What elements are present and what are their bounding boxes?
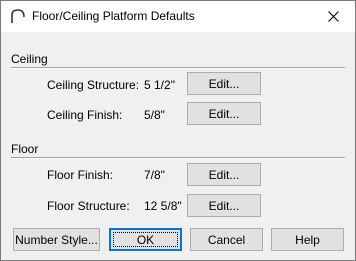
close-button[interactable]	[311, 1, 355, 32]
number-style-button[interactable]: Number Style...	[13, 228, 100, 251]
window-title: Floor/Ceiling Platform Defaults	[32, 9, 195, 23]
focus-rectangle	[113, 232, 178, 247]
floor-finish-label: Floor Finish:	[47, 168, 114, 182]
close-icon	[327, 11, 339, 22]
ceiling-finish-edit-button[interactable]: Edit...	[187, 102, 261, 125]
ceiling-finish-value: 5/8"	[144, 108, 165, 122]
ceiling-structure-label: Ceiling Structure:	[47, 78, 140, 92]
help-button[interactable]: Help	[271, 228, 344, 251]
floor-divider	[11, 157, 345, 159]
ok-button[interactable]: OK	[109, 228, 182, 251]
floor-finish-edit-button[interactable]: Edit...	[187, 163, 261, 186]
ceiling-divider	[11, 67, 345, 69]
ceiling-section-label: Ceiling	[11, 52, 48, 66]
title-bar[interactable]: Floor/Ceiling Platform Defaults	[1, 1, 355, 32]
ceiling-structure-edit-button[interactable]: Edit...	[187, 72, 261, 95]
floor-structure-value: 12 5/8"	[144, 199, 182, 213]
ceiling-structure-value: 5 1/2"	[144, 78, 175, 92]
arc-icon	[11, 9, 25, 23]
floor-structure-label: Floor Structure:	[47, 199, 130, 213]
cancel-button[interactable]: Cancel	[190, 228, 263, 251]
floor-section-label: Floor	[11, 142, 39, 156]
floor-finish-value: 7/8"	[144, 168, 165, 182]
ceiling-finish-label: Ceiling Finish:	[47, 108, 123, 122]
platform-defaults-dialog: Floor/Ceiling Platform Defaults Ceiling …	[0, 0, 356, 261]
floor-structure-edit-button[interactable]: Edit...	[187, 194, 261, 217]
